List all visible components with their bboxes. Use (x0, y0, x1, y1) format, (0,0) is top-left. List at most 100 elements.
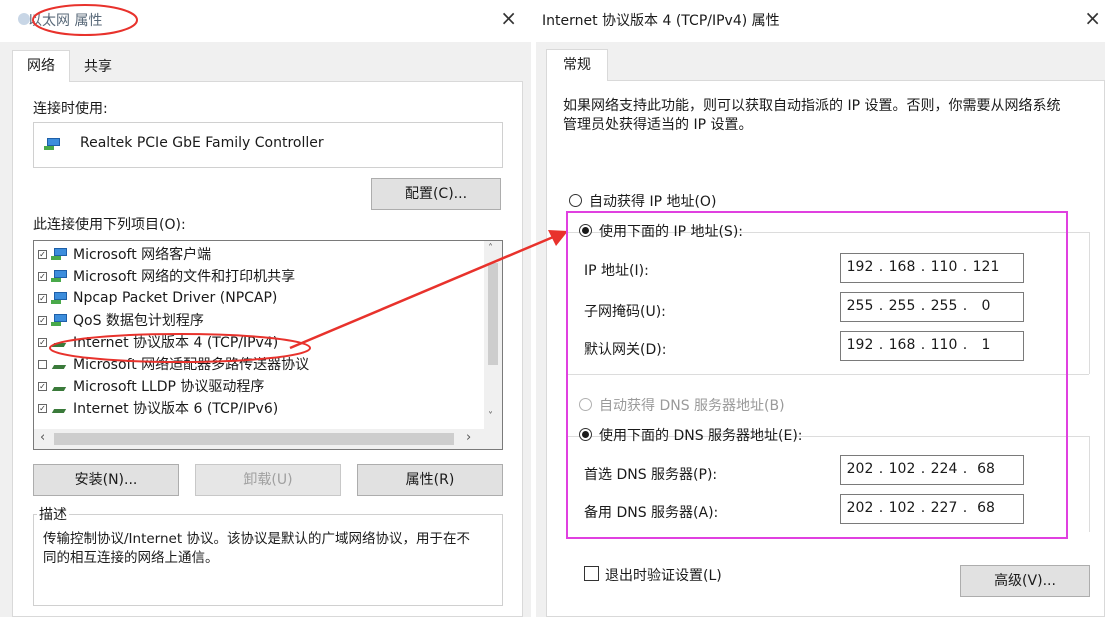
adns-octet-3: 227 (930, 500, 958, 516)
ip-dot: . (920, 337, 926, 353)
list-item[interactable]: Microsoft 网络适配器多路传送器协议 (34, 353, 309, 375)
scrollbar-thumb[interactable] (488, 263, 498, 365)
list-item[interactable]: ✓ Npcap Packet Driver (NPCAP) (34, 287, 277, 309)
properties-button[interactable]: 属性(R) (357, 464, 503, 496)
tab-network[interactable]: 网络 (12, 50, 70, 82)
horizontal-scrollbar[interactable]: ‹ › (34, 429, 502, 449)
item-checkbox[interactable]: ✓ (38, 403, 47, 413)
subnet-octet-2: 255 (888, 298, 916, 314)
ip-group-bottom (567, 374, 1089, 375)
auto-ip-radio[interactable] (569, 194, 582, 207)
alternate-dns-field[interactable]: 202 . 102 . 227 . 68 (840, 494, 1024, 524)
protocol-icon (51, 379, 69, 393)
left-titlebar: 以太网 属性 × (0, 0, 531, 42)
hscrollbar-thumb[interactable] (54, 433, 454, 445)
intro-text: 如果网络支持此功能，则可以获取自动指派的 IP 设置。否则，你需要从网络系统管理… (563, 98, 1061, 133)
alternate-dns-label: 备用 DNS 服务器(A): (584, 505, 719, 521)
vertical-scrollbar[interactable]: ˄ ˅ (484, 241, 502, 429)
gateway-octet-1: 192 (846, 337, 874, 353)
protocol-icon (51, 335, 69, 349)
scroll-right-icon[interactable]: › (466, 430, 471, 445)
scroll-left-icon[interactable]: ‹ (40, 430, 45, 445)
manual-dns-radio[interactable] (579, 428, 592, 441)
configure-button[interactable]: 配置(C)... (371, 178, 501, 210)
gateway-octet-3: 110 (930, 337, 958, 353)
ip-octet-1: 192 (846, 259, 874, 275)
ethernet-properties-dialog: 以太网 属性 × 网络 共享 连接时使用: Realtek PCIe GbE F… (0, 0, 531, 617)
ip-dot: . (878, 298, 884, 314)
uninstall-button[interactable]: 卸载(U) (195, 464, 341, 496)
ip-dot: . (878, 337, 884, 353)
advanced-button[interactable]: 高级(V)... (960, 565, 1090, 597)
subnet-mask-label: 子网掩码(U): (584, 304, 666, 320)
dns-group-right (1089, 436, 1090, 532)
ip-dot: . (878, 461, 884, 477)
preferred-dns-field[interactable]: 202 . 102 . 224 . 68 (840, 455, 1024, 485)
subnet-mask-field[interactable]: 255 . 255 . 255 . 0 (840, 292, 1024, 322)
tab-sharing[interactable]: 共享 (72, 52, 124, 82)
validate-checkbox[interactable] (584, 566, 599, 581)
ip-address-label: IP 地址(I): (584, 263, 649, 279)
pdns-octet-4: 68 (977, 461, 995, 477)
pdns-octet-1: 202 (846, 461, 874, 477)
ipv4-properties-dialog: Internet 协议版本 4 (TCP/IPv4) 属性 × 常规 如果网络支… (536, 0, 1105, 617)
list-item[interactable]: ✓ Microsoft 网络的文件和打印机共享 (34, 265, 295, 287)
item-label: Microsoft 网络客户端 (73, 247, 212, 263)
auto-dns-label: 自动获得 DNS 服务器地址(B) (599, 398, 785, 414)
item-label: Microsoft LLDP 协议驱动程序 (73, 379, 265, 395)
subnet-octet-4: 0 (981, 298, 991, 314)
pdns-octet-2: 102 (888, 461, 916, 477)
ip-dot: . (920, 461, 926, 477)
connect-using-label: 连接时使用: (33, 101, 108, 117)
qos-icon (51, 313, 69, 327)
network-tab-panel: 连接时使用: Realtek PCIe GbE Family Controlle… (12, 81, 523, 617)
scroll-down-icon[interactable]: ˅ (488, 411, 493, 422)
list-item[interactable]: ✓ Microsoft 网络客户端 (34, 243, 211, 265)
list-item[interactable]: ✓ Internet 协议版本 4 (TCP/IPv4) (34, 331, 278, 353)
driver-icon (51, 291, 69, 305)
item-checkbox[interactable]: ✓ (38, 315, 47, 325)
ip-dot: . (962, 500, 968, 516)
auto-dns-radio[interactable] (579, 398, 592, 411)
gateway-label: 默认网关(D): (584, 342, 667, 358)
item-checkbox[interactable]: ✓ (38, 249, 47, 259)
ip-octet-4: 121 (972, 259, 1000, 275)
auto-ip-label: 自动获得 IP 地址(O) (589, 194, 717, 210)
gateway-field[interactable]: 192 . 168 . 110 . 1 (840, 331, 1024, 361)
item-checkbox[interactable]: ✓ (38, 293, 47, 303)
left-close-icon[interactable]: × (500, 8, 517, 28)
items-label: 此连接使用下列项目(O): (33, 217, 186, 233)
scroll-up-icon[interactable]: ˄ (488, 243, 493, 254)
item-checkbox[interactable] (38, 359, 47, 369)
item-label: Microsoft 网络适配器多路传送器协议 (73, 357, 310, 373)
subnet-octet-1: 255 (846, 298, 874, 314)
ip-dot: . (962, 461, 968, 477)
item-label: Microsoft 网络的文件和打印机共享 (73, 269, 296, 285)
ip-address-field[interactable]: 192 . 168 . 110 . 121 (840, 253, 1024, 283)
right-close-icon[interactable]: × (1084, 8, 1101, 28)
tab-network-label: 网络 (27, 58, 55, 74)
list-item[interactable]: ✓ Internet 协议版本 6 (TCP/IPv6) (34, 397, 278, 419)
install-button[interactable]: 安装(N)... (33, 464, 179, 496)
item-checkbox[interactable]: ✓ (38, 337, 47, 347)
adns-octet-4: 68 (977, 500, 995, 516)
manual-ip-label: 使用下面的 IP 地址(S): (599, 224, 743, 240)
description-text: 传输控制协议/Internet 协议。该协议是默认的广域网络协议，用于在不同的相… (43, 531, 470, 566)
ip-group-right (1089, 232, 1090, 374)
protocol-icon (51, 401, 69, 415)
items-list[interactable]: ✓ Microsoft 网络客户端 ✓ Microsoft 网络的文件和打印机共… (33, 240, 503, 450)
ip-dot: . (878, 500, 884, 516)
list-item[interactable]: ✓ QoS 数据包计划程序 (34, 309, 204, 331)
adns-octet-1: 202 (846, 500, 874, 516)
ip-dot: . (920, 259, 926, 275)
item-checkbox[interactable]: ✓ (38, 271, 47, 281)
tab-general[interactable]: 常规 (546, 49, 608, 81)
ip-dot: . (962, 259, 968, 275)
tab-sharing-label: 共享 (84, 59, 112, 75)
tab-general-label: 常规 (563, 57, 591, 73)
item-label: Internet 协议版本 4 (TCP/IPv4) (73, 335, 279, 351)
adns-octet-2: 102 (888, 500, 916, 516)
list-item[interactable]: ✓ Microsoft LLDP 协议驱动程序 (34, 375, 264, 397)
item-checkbox[interactable]: ✓ (38, 381, 47, 391)
manual-ip-radio[interactable] (579, 224, 592, 237)
